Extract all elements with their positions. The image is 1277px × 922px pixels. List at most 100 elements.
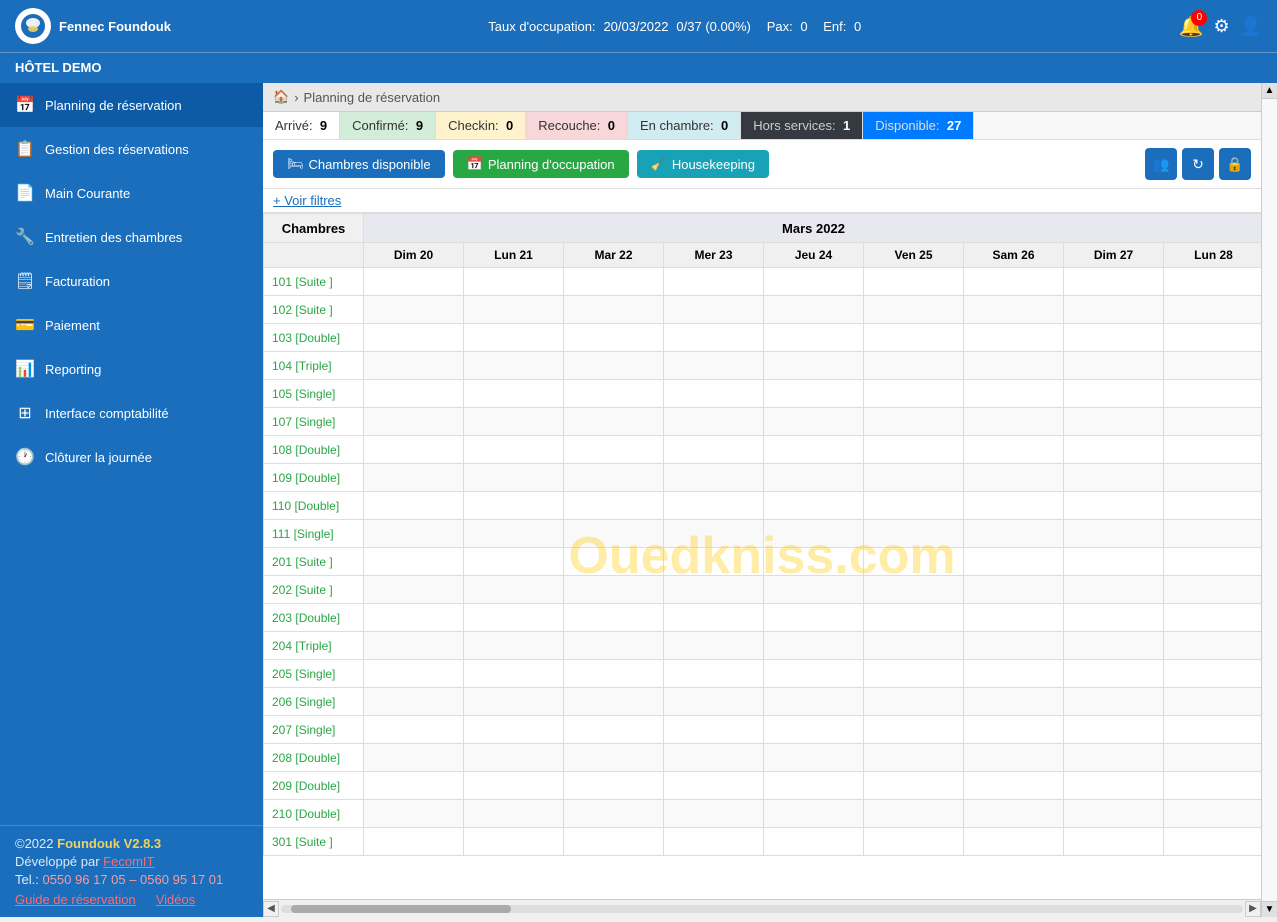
table-row[interactable]: 210 [Double] [264, 800, 1262, 828]
day-cell[interactable] [664, 324, 764, 352]
day-cell[interactable] [764, 436, 864, 464]
day-cell[interactable] [1064, 324, 1164, 352]
day-cell[interactable] [364, 268, 464, 296]
videos-link[interactable]: Vidéos [156, 892, 196, 907]
day-cell[interactable] [864, 688, 964, 716]
day-cell[interactable] [1064, 464, 1164, 492]
day-cell[interactable] [564, 520, 664, 548]
day-cell[interactable] [464, 548, 564, 576]
day-cell[interactable] [864, 744, 964, 772]
day-cell[interactable] [864, 828, 964, 856]
table-row[interactable]: 201 [Suite ] [264, 548, 1262, 576]
table-row[interactable]: 205 [Single] [264, 660, 1262, 688]
sidebar-item-facturation[interactable]: 🗒 Facturation [0, 259, 263, 303]
day-cell[interactable] [664, 548, 764, 576]
day-cell[interactable] [564, 268, 664, 296]
day-cell[interactable] [364, 772, 464, 800]
day-cell[interactable] [564, 548, 664, 576]
sidebar-item-planning[interactable]: 📅 Planning de réservation [0, 83, 263, 127]
table-row[interactable]: 208 [Double] [264, 744, 1262, 772]
vscroll-down-button[interactable]: ▼ [1262, 901, 1277, 917]
day-cell[interactable] [364, 576, 464, 604]
day-cell[interactable] [1064, 268, 1164, 296]
day-cell[interactable] [564, 436, 664, 464]
day-cell[interactable] [664, 464, 764, 492]
day-cell[interactable] [964, 352, 1064, 380]
day-cell[interactable] [764, 744, 864, 772]
table-row[interactable]: 108 [Double] [264, 436, 1262, 464]
day-cell[interactable] [1064, 520, 1164, 548]
day-cell[interactable] [964, 520, 1064, 548]
day-cell[interactable] [564, 716, 664, 744]
day-cell[interactable] [1164, 632, 1262, 660]
day-cell[interactable] [464, 744, 564, 772]
day-cell[interactable] [1064, 688, 1164, 716]
day-cell[interactable] [964, 828, 1064, 856]
day-cell[interactable] [664, 296, 764, 324]
table-row[interactable]: 101 [Suite ] [264, 268, 1262, 296]
day-cell[interactable] [964, 744, 1064, 772]
day-cell[interactable] [364, 800, 464, 828]
day-cell[interactable] [864, 464, 964, 492]
day-cell[interactable] [1064, 576, 1164, 604]
day-cell[interactable] [1064, 828, 1164, 856]
sidebar-item-reporting[interactable]: 📊 Reporting [0, 347, 263, 391]
day-cell[interactable] [364, 660, 464, 688]
day-cell[interactable] [964, 324, 1064, 352]
vscroll-up-button[interactable]: ▲ [1262, 83, 1277, 99]
day-cell[interactable] [1164, 576, 1262, 604]
day-cell[interactable] [1164, 464, 1262, 492]
table-row[interactable]: 207 [Single] [264, 716, 1262, 744]
day-cell[interactable] [764, 800, 864, 828]
day-cell[interactable] [664, 828, 764, 856]
day-cell[interactable] [464, 352, 564, 380]
day-cell[interactable] [564, 408, 664, 436]
day-cell[interactable] [764, 716, 864, 744]
day-cell[interactable] [1064, 548, 1164, 576]
day-cell[interactable] [564, 772, 664, 800]
day-cell[interactable] [764, 772, 864, 800]
day-cell[interactable] [364, 688, 464, 716]
day-cell[interactable] [1164, 716, 1262, 744]
day-cell[interactable] [764, 492, 864, 520]
notification-button[interactable]: 🔔 0 [1179, 14, 1204, 39]
day-cell[interactable] [464, 688, 564, 716]
day-cell[interactable] [864, 716, 964, 744]
day-cell[interactable] [864, 576, 964, 604]
day-cell[interactable] [964, 716, 1064, 744]
day-cell[interactable] [664, 688, 764, 716]
day-cell[interactable] [864, 660, 964, 688]
day-cell[interactable] [864, 408, 964, 436]
day-cell[interactable] [364, 828, 464, 856]
day-cell[interactable] [464, 604, 564, 632]
day-cell[interactable] [464, 324, 564, 352]
sidebar-item-paiement[interactable]: 💳 Paiement [0, 303, 263, 347]
day-cell[interactable] [664, 772, 764, 800]
day-cell[interactable] [564, 464, 664, 492]
table-row[interactable]: 209 [Double] [264, 772, 1262, 800]
day-cell[interactable] [664, 380, 764, 408]
day-cell[interactable] [464, 436, 564, 464]
day-cell[interactable] [664, 632, 764, 660]
day-cell[interactable] [564, 380, 664, 408]
day-cell[interactable] [864, 772, 964, 800]
day-cell[interactable] [864, 492, 964, 520]
sidebar-item-main-courante[interactable]: 📄 Main Courante [0, 171, 263, 215]
user-button[interactable]: 👤 [1240, 16, 1262, 37]
day-cell[interactable] [1064, 716, 1164, 744]
day-cell[interactable] [1164, 436, 1262, 464]
planning-scroll[interactable]: Ouedkniss.com Chambres Mars 2022 [263, 213, 1261, 899]
day-cell[interactable] [564, 296, 664, 324]
day-cell[interactable] [764, 688, 864, 716]
day-cell[interactable] [364, 324, 464, 352]
day-cell[interactable] [464, 492, 564, 520]
day-cell[interactable] [864, 436, 964, 464]
day-cell[interactable] [864, 632, 964, 660]
table-row[interactable]: 202 [Suite ] [264, 576, 1262, 604]
day-cell[interactable] [664, 744, 764, 772]
day-cell[interactable] [364, 408, 464, 436]
day-cell[interactable] [664, 604, 764, 632]
table-row[interactable]: 206 [Single] [264, 688, 1262, 716]
day-cell[interactable] [964, 268, 1064, 296]
day-cell[interactable] [464, 268, 564, 296]
